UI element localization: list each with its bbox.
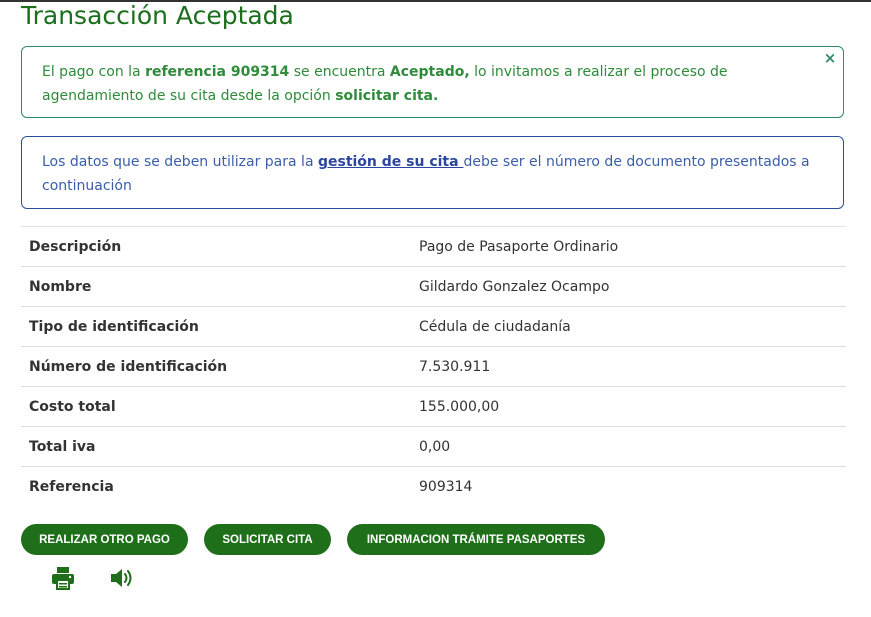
row-label: Número de identificación xyxy=(21,346,411,387)
status-accepted: Aceptado, xyxy=(389,64,470,80)
table-row: Total iva 0,00 xyxy=(21,426,846,467)
row-value: 0,00 xyxy=(411,426,846,467)
solicitar-cita-option: solicitar cita. xyxy=(335,88,439,104)
success-alert: El pago con la referencia 909314 se encu… xyxy=(21,46,844,118)
row-label: Costo total xyxy=(21,386,411,427)
row-value: Pago de Pasaporte Ordinario xyxy=(411,226,846,267)
table-row: Costo total 155.000,00 xyxy=(21,386,846,427)
info-alert-text: Los datos que se deben utilizar para la xyxy=(42,154,318,170)
success-alert-text: se encuentra xyxy=(289,64,390,80)
success-alert-text: El pago con la xyxy=(42,64,146,80)
row-label: Descripción xyxy=(21,226,411,267)
row-value: Gildardo Gonzalez Ocampo xyxy=(411,266,846,307)
transaction-details-table: Descripción Pago de Pasaporte Ordinario … xyxy=(21,226,846,506)
table-row: Nombre Gildardo Gonzalez Ocampo xyxy=(21,266,846,307)
table-row: Referencia 909314 xyxy=(21,466,846,506)
passport-info-button[interactable]: INFORMACION TRÁMITE PASAPORTES xyxy=(347,524,605,555)
page-title: Transacción Aceptada xyxy=(21,1,294,30)
table-row: Tipo de identificación Cédula de ciudada… xyxy=(21,306,846,347)
row-value: 909314 xyxy=(411,466,846,506)
row-label: Tipo de identificación xyxy=(21,306,411,347)
close-icon[interactable]: × xyxy=(823,49,837,67)
table-row: Número de identificación 7.530.911 xyxy=(21,346,846,387)
gestion-cita-link[interactable]: gestión de su cita xyxy=(318,154,463,170)
pay-again-button[interactable]: REALIZAR OTRO PAGO xyxy=(21,524,188,555)
row-label: Nombre xyxy=(21,266,411,307)
info-alert: Los datos que se deben utilizar para la … xyxy=(21,136,844,209)
print-icon[interactable] xyxy=(50,565,76,591)
speaker-icon[interactable] xyxy=(109,565,135,591)
reference-label: referencia 909314 xyxy=(145,64,290,80)
row-value: Cédula de ciudadanía xyxy=(411,306,846,347)
table-row: Descripción Pago de Pasaporte Ordinario xyxy=(21,226,846,267)
row-label: Total iva xyxy=(21,426,411,467)
row-value: 155.000,00 xyxy=(411,386,846,427)
request-appointment-button[interactable]: SOLICITAR CITA xyxy=(204,524,331,555)
row-value: 7.530.911 xyxy=(411,346,846,387)
row-label: Referencia xyxy=(21,466,411,506)
